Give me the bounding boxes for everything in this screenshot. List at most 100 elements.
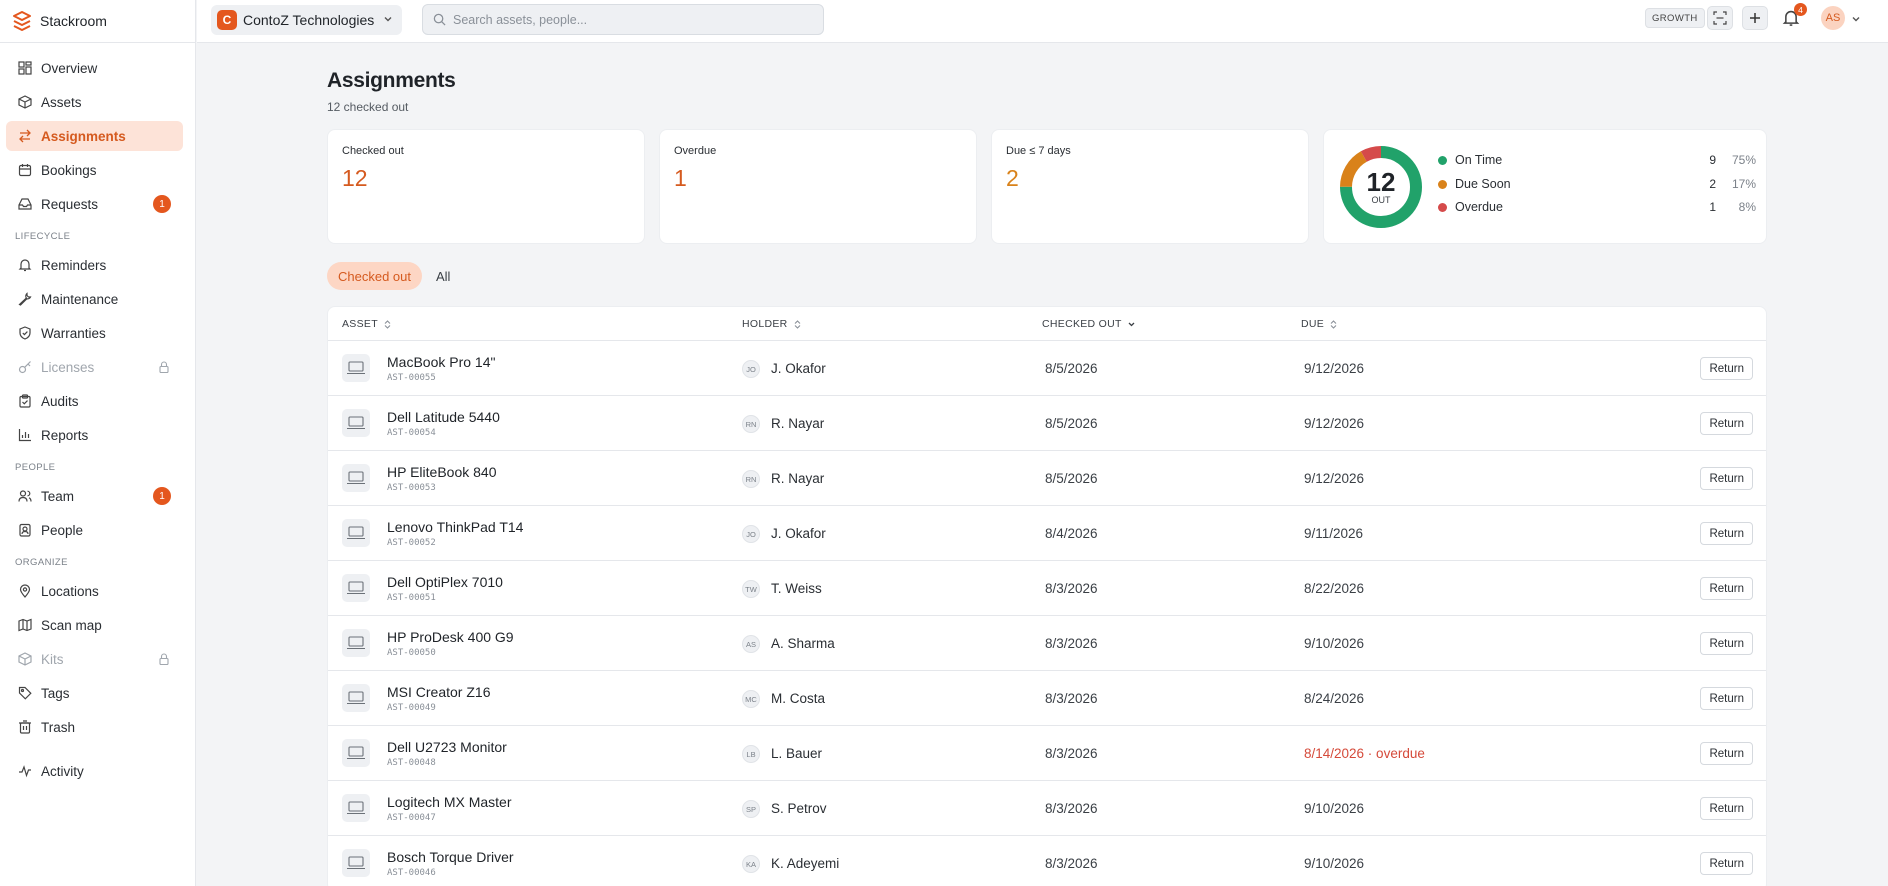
return-button[interactable]: Return — [1700, 522, 1753, 545]
table-row[interactable]: Lenovo ThinkPad T14 AST-00052 JO J. Okafor 8… — [328, 506, 1766, 561]
pin-icon — [17, 583, 33, 599]
holder-name[interactable]: M. Costa — [771, 691, 825, 706]
asset-name[interactable]: Lenovo ThinkPad T14 — [387, 519, 523, 535]
chevron-down-icon[interactable] — [1851, 14, 1861, 24]
asset-name[interactable]: Logitech MX Master — [387, 794, 512, 810]
asset-tag: AST-00050 — [387, 648, 436, 658]
holder-name[interactable]: J. Okafor — [771, 361, 826, 376]
sidebar-item-reports[interactable]: Reports — [6, 420, 183, 450]
legend-dot — [1438, 202, 1447, 212]
holder-name[interactable]: T. Weiss — [771, 581, 822, 596]
due-date: 8/22/2026 — [1304, 581, 1365, 596]
sidebar-item-label: Assets — [41, 94, 82, 110]
holder-avatar: SP — [742, 800, 760, 818]
laptop-icon — [342, 519, 370, 547]
sidebar-item-reminders[interactable]: Reminders — [6, 250, 183, 280]
return-button[interactable]: Return — [1700, 797, 1753, 820]
holder-name[interactable]: A. Sharma — [771, 636, 835, 651]
holder-name[interactable]: J. Okafor — [771, 526, 826, 541]
return-button[interactable]: Return — [1700, 852, 1753, 875]
asset-name[interactable]: MacBook Pro 14" — [387, 354, 495, 370]
asset-name[interactable]: MSI Creator Z16 — [387, 684, 490, 700]
column-header-holder[interactable]: HOLDER — [742, 318, 802, 330]
table-row[interactable]: Logitech MX Master AST-00047 SP S. Petrov 8/… — [328, 781, 1766, 836]
column-header-label: ASSET — [342, 318, 378, 330]
sidebar-item-trash[interactable]: Trash — [6, 712, 183, 742]
sidebar-item-label: Reminders — [41, 257, 107, 273]
due-date: 8/14/2026 · overdue — [1304, 746, 1425, 761]
sidebar-item-locations[interactable]: Locations — [6, 576, 183, 606]
holder-name[interactable]: K. Adeyemi — [771, 856, 839, 871]
table-row[interactable]: HP ProDesk 400 G9 AST-00050 AS A. Sharma 8/3… — [328, 616, 1766, 671]
sidebar: Stackroom Overview Assets Assignments Bo… — [0, 0, 196, 886]
sidebar-item-assignments[interactable]: Assignments — [6, 121, 183, 151]
sidebar-item-assets[interactable]: Assets — [6, 87, 183, 117]
return-button[interactable]: Return — [1700, 632, 1753, 655]
brand[interactable]: Stackroom — [0, 0, 195, 43]
column-header-label: CHECKED OUT — [1042, 318, 1122, 330]
table-row[interactable]: HP EliteBook 840 AST-00053 RN R. Nayar 8/5/2… — [328, 451, 1766, 506]
holder-avatar: JO — [742, 525, 760, 543]
sidebar-item-licenses[interactable]: Licenses — [6, 352, 183, 382]
scan-icon — [1713, 11, 1727, 25]
user-avatar[interactable]: AS — [1821, 6, 1845, 30]
search-input[interactable] — [453, 12, 793, 27]
stat-value: 1 — [674, 165, 687, 191]
asset-name[interactable]: Dell OptiPlex 7010 — [387, 574, 503, 590]
section-label-organize: ORGANIZE — [15, 557, 68, 568]
sidebar-item-warranties[interactable]: Warranties — [6, 318, 183, 348]
wrench-icon — [17, 291, 33, 307]
holder-name[interactable]: R. Nayar — [771, 471, 824, 486]
return-button[interactable]: Return — [1700, 577, 1753, 600]
return-button[interactable]: Return — [1700, 467, 1753, 490]
table-row[interactable]: Dell Latitude 5440 AST-00054 RN R. Nayar 8/5… — [328, 396, 1766, 451]
sidebar-item-kits[interactable]: Kits — [6, 644, 183, 674]
asset-name[interactable]: Dell Latitude 5440 — [387, 409, 500, 425]
contact-icon — [17, 522, 33, 538]
asset-name[interactable]: Bosch Torque Driver — [387, 849, 514, 865]
checked-out-date: 8/3/2026 — [1045, 746, 1098, 761]
holder-name[interactable]: R. Nayar — [771, 416, 824, 431]
sidebar-item-maintenance[interactable]: Maintenance — [6, 284, 183, 314]
search-box[interactable] — [422, 4, 824, 35]
stat-value: 2 — [1006, 165, 1019, 191]
return-button[interactable]: Return — [1700, 412, 1753, 435]
sidebar-item-tags[interactable]: Tags — [6, 678, 183, 708]
plan-badge: GROWTH — [1645, 8, 1705, 28]
table-row[interactable]: Dell U2723 Monitor AST-00048 LB L. Bauer 8/3… — [328, 726, 1766, 781]
asset-name[interactable]: HP EliteBook 840 — [387, 464, 496, 480]
sidebar-item-scan-map[interactable]: Scan map — [6, 610, 183, 640]
sidebar-item-team[interactable]: Team 1 — [6, 481, 183, 511]
return-button[interactable]: Return — [1700, 687, 1753, 710]
legend-percent: 8% — [1738, 200, 1756, 214]
add-button[interactable] — [1742, 6, 1768, 30]
column-header-due[interactable]: DUE — [1301, 318, 1338, 330]
sidebar-item-overview[interactable]: Overview — [6, 53, 183, 83]
sidebar-item-requests[interactable]: Requests 1 — [6, 189, 183, 219]
laptop-icon — [342, 409, 370, 437]
laptop-icon — [342, 464, 370, 492]
sidebar-item-bookings[interactable]: Bookings — [6, 155, 183, 185]
sidebar-item-label: Tags — [41, 685, 70, 701]
asset-name[interactable]: Dell U2723 Monitor — [387, 739, 507, 755]
sidebar-item-audits[interactable]: Audits — [6, 386, 183, 416]
return-button[interactable]: Return — [1700, 357, 1753, 380]
column-header-asset[interactable]: ASSET — [342, 318, 392, 330]
lock-icon — [159, 653, 169, 666]
tab-all[interactable]: All — [425, 262, 461, 290]
return-button[interactable]: Return — [1700, 742, 1753, 765]
sidebar-item-people[interactable]: People — [6, 515, 183, 545]
holder-name[interactable]: L. Bauer — [771, 746, 822, 761]
org-switcher[interactable]: C ContoZ Technologies — [211, 5, 402, 35]
tab-checked-out[interactable]: Checked out — [327, 262, 422, 290]
scan-button[interactable] — [1707, 6, 1733, 30]
table-row[interactable]: MSI Creator Z16 AST-00049 MC M. Costa 8/3/20… — [328, 671, 1766, 726]
table-row[interactable]: MacBook Pro 14" AST-00055 JO J. Okafor 8/5/2… — [328, 341, 1766, 396]
asset-name[interactable]: HP ProDesk 400 G9 — [387, 629, 514, 645]
sidebar-item-activity[interactable]: Activity — [6, 756, 183, 786]
key-icon — [17, 359, 33, 375]
table-row[interactable]: Bosch Torque Driver AST-00046 KA K. Adeyemi… — [328, 836, 1766, 886]
holder-name[interactable]: S. Petrov — [771, 801, 827, 816]
table-row[interactable]: Dell OptiPlex 7010 AST-00051 TW T. Weiss 8/3… — [328, 561, 1766, 616]
column-header-checked-out[interactable]: CHECKED OUT — [1042, 318, 1136, 330]
